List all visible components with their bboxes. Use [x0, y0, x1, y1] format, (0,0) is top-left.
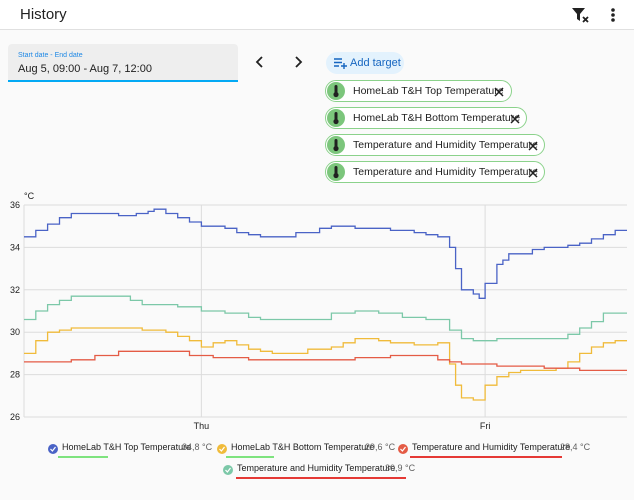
series-line [24, 208, 627, 299]
previous-period-button[interactable] [252, 54, 268, 70]
legend-check-icon [223, 465, 233, 475]
y-tick-label: 32 [10, 285, 20, 295]
target-chip[interactable]: Temperature and Humidity Temperature [325, 161, 545, 183]
close-icon [528, 141, 538, 151]
thermometer-icon [327, 136, 345, 154]
legend-series-name: HomeLab T&H Bottom Temperature [231, 442, 375, 452]
date-range-value: Aug 5, 09:00 - Aug 7, 12:00 [18, 63, 152, 75]
annotation-underline [410, 456, 562, 458]
y-tick-label: 28 [10, 370, 20, 380]
annotation-underline [226, 456, 274, 458]
add-target-label: Add target [350, 57, 401, 69]
legend-series-name: HomeLab T&H Top Temperature [62, 442, 192, 452]
close-icon [510, 114, 520, 124]
target-chip-label: HomeLab T&H Top Temperature [353, 85, 504, 97]
more-vert-icon [611, 8, 615, 22]
chevron-right-icon [295, 56, 303, 68]
legend-series-value: 29,6 °C [365, 442, 396, 452]
target-chip[interactable]: Temperature and Humidity Temperature [325, 134, 545, 156]
target-chip-label: HomeLab T&H Bottom Temperature [353, 112, 521, 124]
target-chip-label: Temperature and Humidity Temperature [353, 166, 538, 178]
filter-remove-button[interactable] [570, 5, 590, 25]
y-tick-label: 36 [10, 200, 20, 210]
y-tick-label: 34 [10, 242, 20, 252]
series-line [24, 350, 627, 372]
filter-remove-icon [572, 8, 589, 23]
legend-item[interactable]: HomeLab T&H Bottom Temperature 29,6 °C [217, 442, 396, 456]
target-chip[interactable]: HomeLab T&H Bottom Temperature [325, 107, 527, 129]
page-title: History [20, 6, 67, 23]
legend-item[interactable]: HomeLab T&H Top Temperature 34,8 °C [48, 442, 218, 456]
close-icon [494, 87, 504, 97]
remove-target-button[interactable] [527, 139, 539, 151]
legend-item[interactable]: Temperature and Humidity Temperature 30,… [223, 463, 423, 477]
add-target-button[interactable]: Add target [326, 52, 404, 74]
close-icon [528, 168, 538, 178]
chevron-left-icon [255, 56, 263, 68]
date-range-picker[interactable]: Start date - End date Aug 5, 09:00 - Aug… [8, 44, 238, 82]
y-axis-unit: °C [24, 191, 35, 201]
legend-check-icon [48, 444, 58, 454]
legend-check-icon [217, 444, 227, 454]
history-line-chart: 36 34 32 30 28 26 Thu Fri °C [10, 191, 627, 431]
legend-series-name: Temperature and Humidity Temperature [237, 463, 396, 473]
legend-item[interactable]: Temperature and Humidity Temperature 28,… [398, 442, 598, 456]
remove-target-button[interactable] [493, 85, 505, 97]
x-tick-label: Fri [480, 421, 491, 431]
date-range-label: Start date - End date [18, 52, 83, 59]
y-tick-label: 26 [10, 412, 20, 422]
annotation-underline [236, 477, 406, 479]
playlist-add-icon [334, 58, 347, 69]
annotation-underline [58, 456, 108, 458]
overflow-menu-button[interactable] [606, 5, 620, 25]
series-line [24, 295, 627, 342]
target-chip-label: Temperature and Humidity Temperature [353, 139, 538, 151]
legend-series-value: 34,8 °C [182, 442, 213, 452]
remove-target-button[interactable] [509, 112, 521, 124]
history-chart: 36 34 32 30 28 26 Thu Fri °C [0, 186, 634, 432]
thermometer-icon [327, 109, 345, 127]
x-tick-label: Thu [194, 421, 210, 431]
top-app-bar: History [0, 0, 634, 30]
remove-target-button[interactable] [527, 166, 539, 178]
legend-series-name: Temperature and Humidity Temperature [412, 442, 571, 452]
thermometer-icon [327, 163, 345, 181]
legend-check-icon [398, 444, 408, 454]
next-period-button[interactable] [290, 54, 306, 70]
target-chip[interactable]: HomeLab T&H Top Temperature [325, 80, 512, 102]
legend-series-value: 30,9 °C [385, 463, 416, 473]
thermometer-icon [327, 82, 345, 100]
legend-series-value: 28,4 °C [560, 442, 591, 452]
y-tick-label: 30 [10, 327, 20, 337]
